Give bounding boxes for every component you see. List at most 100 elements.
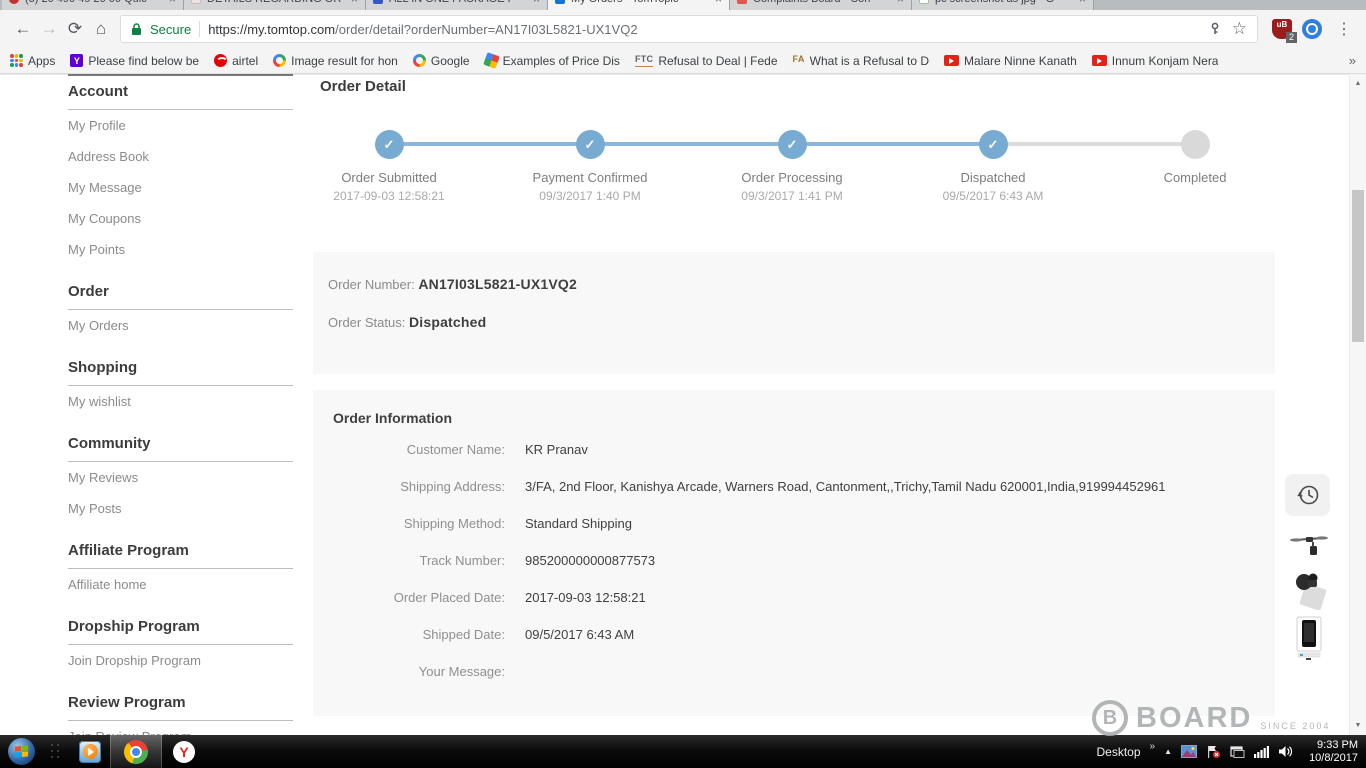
recently-viewed-product-phone[interactable] bbox=[1288, 614, 1330, 662]
browser-tab-active[interactable]: My Orders - TomTopic × bbox=[548, 0, 730, 10]
chrome-taskbar-icon-active[interactable] bbox=[110, 735, 162, 768]
recently-viewed-product-lens[interactable] bbox=[1288, 568, 1330, 612]
show-hidden-icons-button[interactable]: ▲ bbox=[1164, 747, 1172, 756]
reload-icon[interactable]: ⟳ bbox=[62, 15, 88, 43]
sidebar-item-affiliate-home[interactable]: Affiliate home bbox=[68, 569, 293, 600]
tab-close-icon[interactable]: × bbox=[169, 0, 176, 6]
sidebar-item-my-profile[interactable]: My Profile bbox=[68, 110, 293, 141]
sidebar-item-address-book[interactable]: Address Book bbox=[68, 141, 293, 172]
bookmark-item[interactable]: Y Please find below be bbox=[70, 54, 199, 68]
extensions-area: uB 2 ⋮ bbox=[1272, 19, 1356, 43]
order-information-rows: Customer Name: KR Pranav Shipping Addres… bbox=[333, 442, 1255, 701]
recently-viewed-button[interactable] bbox=[1285, 474, 1330, 516]
tab-title: DETAILS REGARDING OR bbox=[207, 0, 345, 5]
bookmark-item[interactable]: FTC Refusal to Deal | Fede bbox=[634, 53, 778, 68]
phone-box-thumbnail bbox=[1296, 616, 1322, 660]
tab-close-icon[interactable]: × bbox=[715, 0, 722, 6]
page-scrollbar[interactable]: ▲ ▼ bbox=[1349, 74, 1366, 735]
taskbar-separator-dots bbox=[51, 744, 60, 759]
sidebar-item-my-points[interactable]: My Points bbox=[68, 234, 293, 265]
fa-icon: FA bbox=[792, 54, 805, 64]
bookmark-item[interactable]: Innum Konjam Nera bbox=[1091, 54, 1218, 68]
info-label: Shipping Address: bbox=[400, 479, 505, 494]
order-status-row: Order Status: Dispatched bbox=[328, 314, 1255, 330]
network-signal-icon[interactable] bbox=[1254, 745, 1269, 758]
sidebar-item-my-posts[interactable]: My Posts bbox=[68, 493, 293, 524]
bookmark-label: Refusal to Deal | Fede bbox=[658, 53, 778, 68]
page-content: Account My Profile Address Book My Messa… bbox=[0, 74, 1366, 735]
info-value: 985200000000877573 bbox=[525, 553, 656, 568]
info-row-shipping-method: Shipping Method: Standard Shipping bbox=[333, 516, 1255, 553]
bookmark-star-icon[interactable]: ☆ bbox=[1232, 19, 1247, 39]
desktop-toolbar-label[interactable]: Desktop bbox=[1096, 745, 1140, 759]
sidebar-section-dropship: Dropship Program Join Dropship Program bbox=[68, 609, 293, 676]
browser-tab[interactable]: Complaints Board - Con × bbox=[730, 0, 912, 10]
windows-taskbar: Y Desktop » ▲ 9:33 PM 10/8/2017 bbox=[0, 735, 1366, 768]
ublock-extension-icon[interactable]: uB 2 bbox=[1272, 19, 1297, 43]
omnibox-divider bbox=[199, 21, 201, 37]
url-text[interactable]: https://my.tomtop.com/order/detail?order… bbox=[208, 22, 637, 37]
media-player-icon bbox=[79, 740, 101, 763]
tab-close-icon[interactable]: × bbox=[1079, 0, 1086, 6]
tab-title: pc screenshot as jpg - G bbox=[935, 0, 1073, 5]
sidebar-item-join-dropship[interactable]: Join Dropship Program bbox=[68, 645, 293, 676]
check-icon: ✓ bbox=[374, 130, 404, 159]
bookmark-item[interactable]: FA What is a Refusal to D bbox=[793, 54, 930, 68]
browser-tab[interactable]: (3) 20 490 49 20 00 Quic × bbox=[2, 0, 184, 10]
info-label: Order Placed Date: bbox=[393, 590, 505, 605]
address-bar[interactable]: Secure https://my.tomtop.com/order/detai… bbox=[120, 15, 1258, 43]
check-icon: ✓ bbox=[575, 130, 605, 159]
browser-tab[interactable]: pc screenshot as jpg - G × bbox=[912, 0, 1094, 10]
chrome-menu-icon[interactable]: ⋮ bbox=[1332, 19, 1356, 39]
sidebar-item-my-coupons[interactable]: My Coupons bbox=[68, 203, 293, 234]
media-player-taskbar-icon[interactable] bbox=[70, 735, 110, 768]
ublock-text: uB bbox=[1276, 20, 1288, 29]
home-icon[interactable]: ⌂ bbox=[88, 15, 114, 43]
tab-strip: (3) 20 490 49 20 00 Quic × DETAILS REGAR… bbox=[0, 0, 1366, 10]
tab-close-icon[interactable]: × bbox=[351, 0, 358, 6]
browser-tab[interactable]: ALL IN ONE PACKAGE F × bbox=[366, 0, 548, 10]
action-center-flag-icon[interactable] bbox=[1206, 745, 1221, 759]
order-information-title: Order Information bbox=[333, 410, 453, 426]
volume-speaker-icon[interactable] bbox=[1278, 745, 1293, 758]
forward-icon[interactable]: → bbox=[36, 15, 62, 43]
bookmarks-overflow-icon[interactable]: » bbox=[1349, 53, 1356, 68]
tab-close-icon[interactable]: × bbox=[897, 0, 904, 6]
browser-tab[interactable]: DETAILS REGARDING OR × bbox=[184, 0, 366, 10]
back-icon[interactable]: ← bbox=[10, 15, 36, 43]
step-date: 09/3/2017 1:40 PM bbox=[539, 189, 641, 203]
recently-viewed-product-drone[interactable] bbox=[1288, 529, 1330, 565]
apps-shortcut[interactable]: Apps bbox=[10, 54, 55, 68]
account-sidebar: Account My Profile Address Book My Messa… bbox=[68, 74, 293, 735]
start-button[interactable] bbox=[8, 738, 35, 765]
scrollbar-thumb[interactable] bbox=[1352, 190, 1364, 342]
bookmark-item[interactable]: Examples of Price Dis bbox=[482, 52, 620, 69]
order-detail-panel: Order Detail ✓ Order Submitted 2017-09-0… bbox=[313, 74, 1275, 735]
scroll-down-icon[interactable]: ▼ bbox=[1350, 718, 1366, 733]
bookmark-item[interactable]: airtel bbox=[214, 54, 258, 68]
bookmark-item[interactable]: Image result for hon bbox=[273, 54, 398, 68]
step-label: Payment Confirmed bbox=[532, 170, 648, 185]
sidebar-item-my-orders[interactable]: My Orders bbox=[68, 310, 293, 341]
bookmark-label: Google bbox=[430, 53, 470, 68]
tabs-row: (3) 20 490 49 20 00 Quic × DETAILS REGAR… bbox=[2, 0, 1094, 10]
yandex-taskbar-icon[interactable]: Y bbox=[162, 735, 206, 768]
bookmark-item[interactable]: Malare Ninne Kanath bbox=[944, 54, 1077, 68]
sidebar-item-my-wishlist[interactable]: My wishlist bbox=[68, 386, 293, 417]
bookmark-label: What is a Refusal to D bbox=[809, 53, 930, 68]
sidebar-item-my-message[interactable]: My Message bbox=[68, 172, 293, 203]
photo-viewer-tray-icon[interactable] bbox=[1181, 745, 1197, 758]
taskbar-clock[interactable]: 9:33 PM 10/8/2017 bbox=[1302, 739, 1358, 765]
secure-label[interactable]: Secure bbox=[150, 22, 191, 37]
key-icon[interactable] bbox=[1208, 22, 1222, 36]
window-tray-icon[interactable] bbox=[1230, 745, 1245, 758]
sidebar-item-join-review[interactable]: Join Review Program bbox=[68, 721, 293, 735]
scroll-up-icon[interactable]: ▲ bbox=[1350, 76, 1366, 91]
tab-favicon bbox=[191, 0, 201, 4]
tab-close-icon[interactable]: × bbox=[533, 0, 540, 6]
bookmark-item[interactable]: Google bbox=[412, 53, 470, 68]
desktop-toolbar-chevron-icon[interactable]: » bbox=[1150, 741, 1156, 752]
sidebar-item-my-reviews[interactable]: My Reviews bbox=[68, 462, 293, 493]
sparkle-icon bbox=[482, 52, 500, 69]
blue-circle-extension-icon[interactable] bbox=[1302, 19, 1322, 39]
